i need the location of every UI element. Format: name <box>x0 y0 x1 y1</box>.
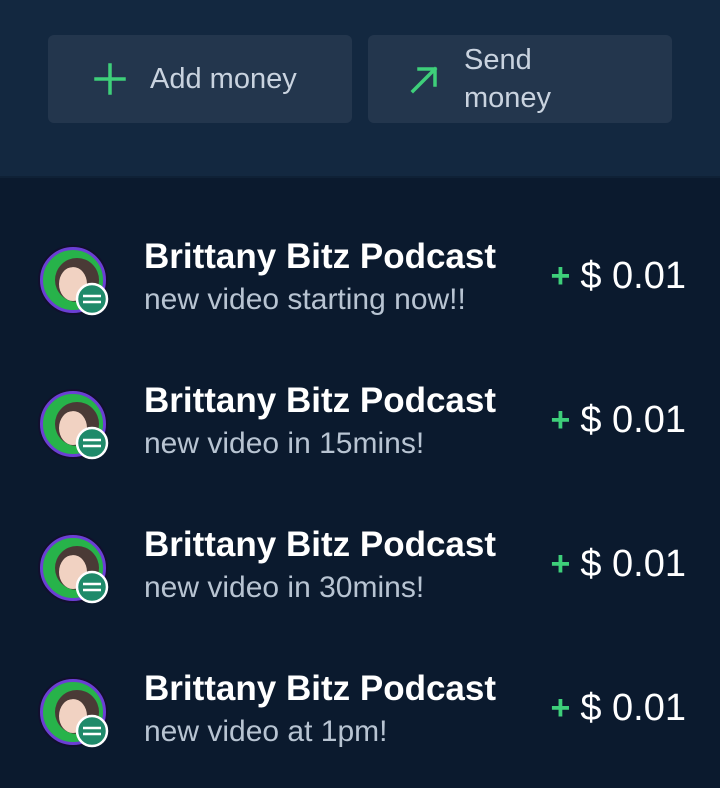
wallet-screen: Add money Send money Brittany Bitz Podca… <box>0 0 720 788</box>
credit-sign: + <box>550 544 571 583</box>
plus-icon <box>94 63 126 95</box>
transaction-amount: + $ 0.01 <box>550 686 686 730</box>
transaction-message: new video at 1pm! <box>144 715 388 748</box>
transaction-message: new video in 15mins! <box>144 427 425 460</box>
send-money-label: Send money <box>464 44 552 114</box>
amount-value: $ 0.01 <box>580 255 686 297</box>
transaction-message: new video starting now!! <box>144 283 466 316</box>
transaction-amount: + $ 0.01 <box>550 254 686 298</box>
transaction-amount: + $ 0.01 <box>550 542 686 586</box>
amount-value: $ 0.01 <box>580 399 686 441</box>
transaction-row[interactable]: Brittany Bitz Podcast new video at 1pm! … <box>0 610 720 754</box>
transaction-title: Brittany Bitz Podcast <box>144 525 496 564</box>
transaction-message: new video in 30mins! <box>144 571 425 604</box>
amount-value: $ 0.01 <box>580 543 686 585</box>
wallet-actions: Add money Send money <box>0 0 720 176</box>
add-money-label: Add money <box>150 63 297 95</box>
add-money-button[interactable]: Add money <box>48 35 352 123</box>
credit-sign: + <box>550 256 571 295</box>
creator-avatar <box>38 389 109 460</box>
arrow-up-right-icon <box>410 66 438 94</box>
transaction-row[interactable]: Brittany Bitz Podcast new video in 30min… <box>0 466 720 610</box>
creator-avatar <box>38 245 109 316</box>
creator-avatar <box>38 677 109 748</box>
send-money-button[interactable]: Send money <box>368 35 672 123</box>
transaction-row[interactable]: Brittany Bitz Podcast new video in 15min… <box>0 322 720 466</box>
credit-sign: + <box>550 400 571 439</box>
credit-sign: + <box>550 688 571 727</box>
creator-avatar <box>38 533 109 604</box>
transaction-list: Brittany Bitz Podcast new video starting… <box>0 178 720 754</box>
transaction-amount: + $ 0.01 <box>550 398 686 442</box>
transaction-row[interactable]: Brittany Bitz Podcast new video starting… <box>0 178 720 322</box>
transaction-title: Brittany Bitz Podcast <box>144 237 496 276</box>
transaction-title: Brittany Bitz Podcast <box>144 381 496 420</box>
transaction-title: Brittany Bitz Podcast <box>144 669 496 708</box>
amount-value: $ 0.01 <box>580 687 686 729</box>
